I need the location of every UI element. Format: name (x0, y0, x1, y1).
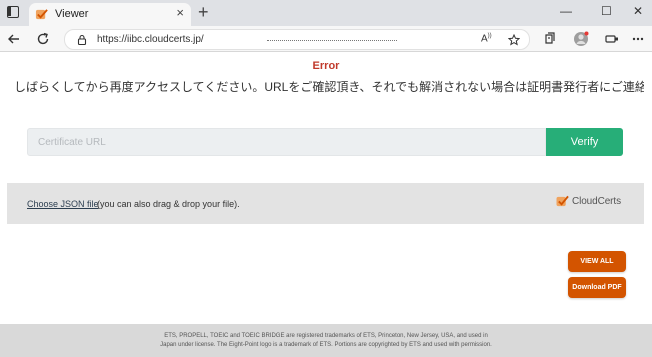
favorite-star-icon[interactable] (508, 34, 520, 46)
browser-toolbar: https://iibc.cloudcerts.jp/ A)) (0, 26, 652, 52)
read-aloud-icon[interactable]: A)) (481, 33, 492, 44)
view-all-button[interactable]: VIEW ALL (568, 251, 626, 272)
profile-avatar-icon[interactable] (572, 30, 590, 48)
choose-json-file-link[interactable]: Choose JSON file (27, 199, 99, 209)
browser-tab[interactable]: Viewer × (29, 3, 191, 26)
tab-title: Viewer (55, 8, 89, 20)
footer-trademark-line-1: ETS, PROPELL, TOEIC and TOEIC BRIDGE are… (164, 333, 488, 339)
cloudcerts-logo: CloudCerts (556, 195, 621, 207)
close-window-button[interactable]: ✕ (633, 4, 643, 18)
more-menu-icon[interactable] (629, 30, 647, 48)
cloudcerts-logo-icon (556, 195, 569, 207)
download-pdf-button[interactable]: Download PDF (568, 277, 626, 298)
tab-close-button[interactable]: × (176, 6, 184, 20)
file-drop-zone[interactable]: Choose JSON file (you can also drag & dr… (7, 183, 644, 224)
address-bar[interactable]: https://iibc.cloudcerts.jp/ A)) (64, 29, 530, 50)
footer-trademark-line-2: Japan under license. The Eight-Point log… (160, 342, 492, 348)
new-tab-button[interactable]: + (198, 2, 209, 22)
cloudcerts-favicon-icon (35, 9, 48, 20)
extensions-icon[interactable] (603, 30, 621, 48)
footer: ETS, PROPELL, TOEIC and TOEIC BRIDGE are… (0, 324, 652, 357)
tab-actions-icon[interactable] (7, 6, 19, 18)
verify-button[interactable]: Verify (546, 128, 623, 156)
site-info-icon[interactable] (76, 34, 88, 46)
collections-icon[interactable] (541, 30, 559, 48)
error-message: しばらくしてから再度アクセスしてください。URLをご確認頂き、それでも解消されな… (14, 80, 644, 94)
tab-bar: Viewer × + — ☐ ✕ (0, 0, 652, 26)
refresh-icon[interactable] (34, 30, 52, 48)
verify-form: Verify (27, 128, 623, 156)
error-title: Error (312, 60, 340, 72)
minimize-button[interactable]: — (560, 4, 572, 18)
maximize-button[interactable]: ☐ (601, 4, 612, 18)
drag-drop-hint: (you can also drag & drop your file). (97, 199, 240, 209)
back-arrow-icon[interactable] (5, 30, 23, 48)
certificate-url-input[interactable] (27, 128, 546, 156)
url-redacted-divider (267, 40, 397, 41)
url-text: https://iibc.cloudcerts.jp/ (97, 34, 204, 45)
cloudcerts-logo-text: CloudCerts (571, 195, 621, 207)
